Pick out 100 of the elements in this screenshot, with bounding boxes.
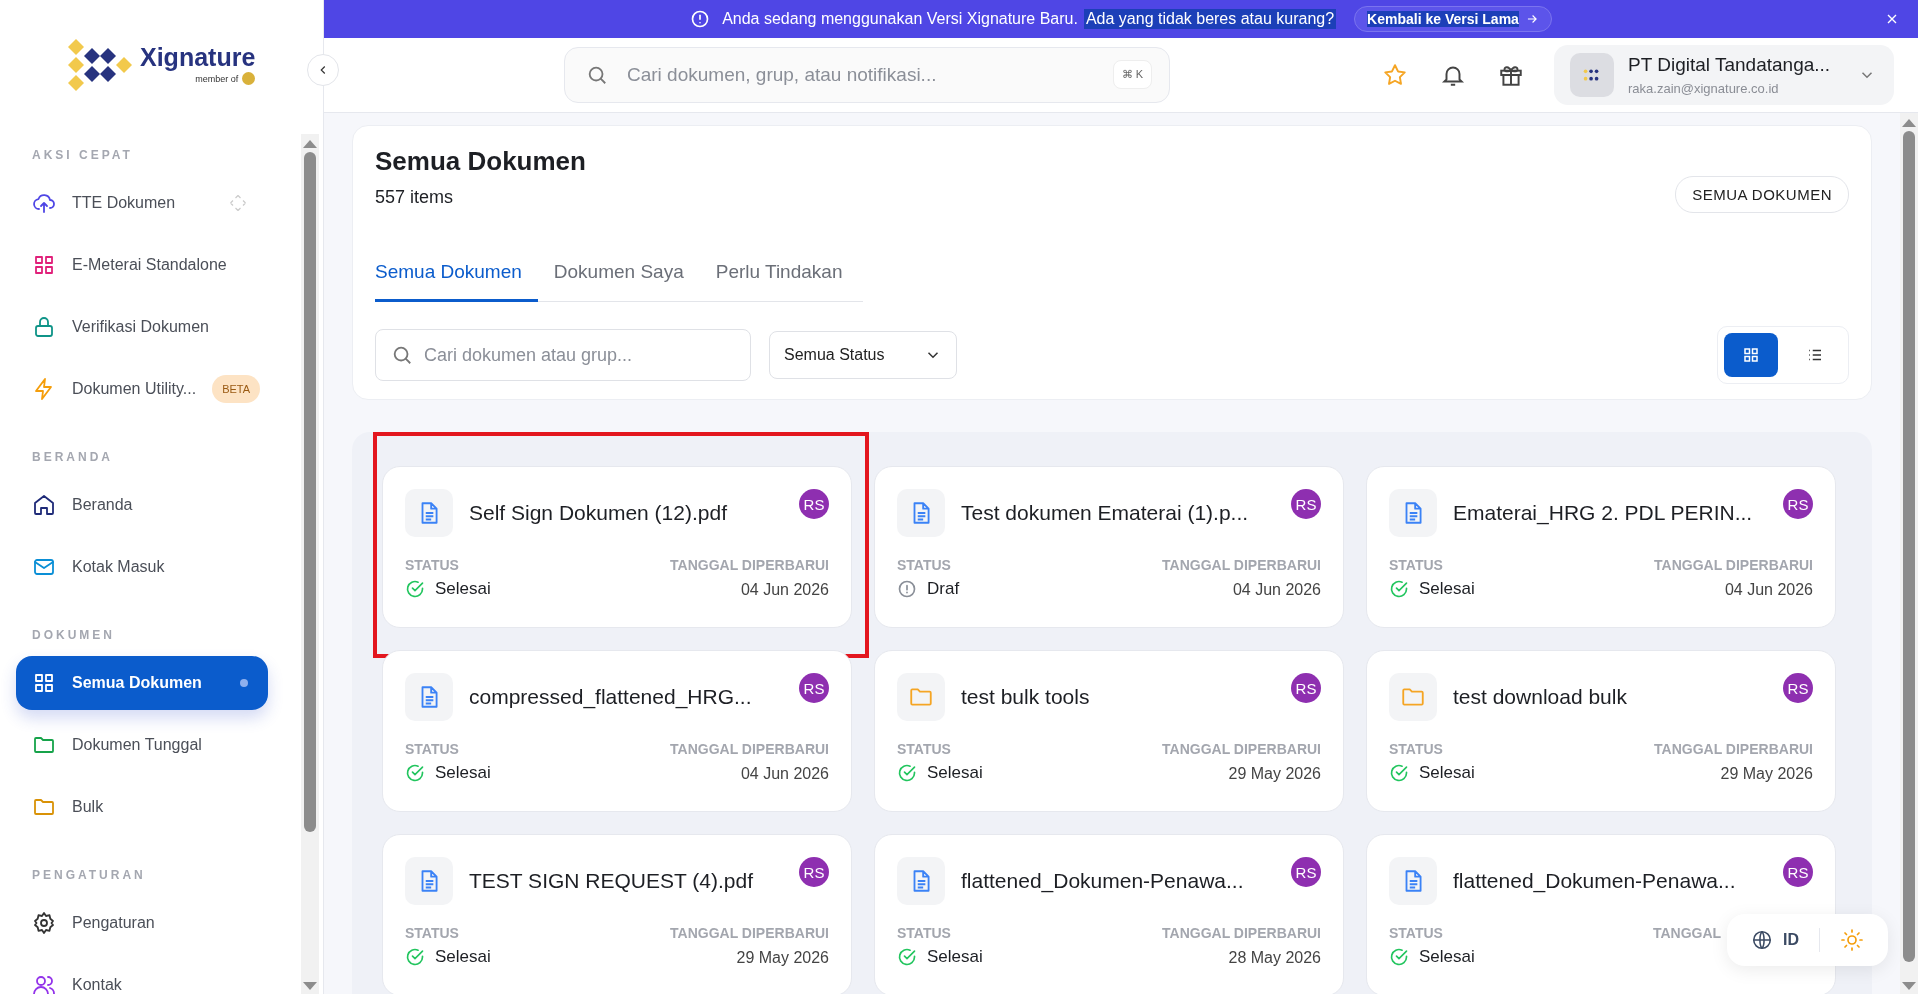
document-name: test download bulk [1453, 685, 1628, 709]
tab[interactable]: Perlu Tindakan [699, 251, 859, 302]
document-card[interactable]: test bulk tools RS STATUS Selesai TANGGAL DIPERBARUI 29 May 2026 [874, 650, 1344, 812]
document-card[interactable]: TEST SIGN REQUEST (4).pdf RS STATUS Selesai TANGGAL DIPERBARUI 29 May 2026 [382, 834, 852, 994]
nav-item[interactable]: Verifikasi Dokumen [16, 300, 268, 354]
section-heading: PENGATURAN [31, 867, 147, 884]
status-label: STATUS [405, 925, 460, 941]
section-heading: AKSI CEPAT [31, 147, 134, 164]
nav-label: Beranda [72, 496, 134, 514]
date-label: TANGGAL DIPERBARUI [670, 741, 829, 757]
document-search-field[interactable]: Cari dokumen atau grup... [375, 329, 751, 381]
cloud-upload-icon [32, 191, 56, 215]
shortcut-hint: ⌘ K [1112, 60, 1152, 89]
status-text: Draf [927, 579, 960, 599]
updated-date: 04 Jun 2026 [1724, 581, 1813, 599]
nav-item[interactable]: E-Meterai Standalone [16, 238, 268, 292]
status-label: STATUS [405, 557, 460, 573]
document-name: TEST SIGN REQUEST (4).pdf [469, 869, 754, 893]
nav-label: Pengaturan [72, 914, 156, 932]
search-icon [586, 64, 608, 86]
document-card[interactable]: Test dokumen Ematerai (1).p... RS STATUS Draf TANGGAL DIPERBARUI 04 Jun 2026 [874, 466, 1344, 628]
grid-view-button[interactable] [1724, 333, 1778, 377]
search-icon [391, 344, 413, 366]
owner-avatar: RS [799, 673, 829, 703]
banner-message: Anda sedang menggunakan Versi Xignature Baru. [722, 10, 1078, 28]
nav-label: Dokumen Utility... [72, 380, 197, 398]
owner-avatar: RS [1783, 673, 1813, 703]
users-icon [32, 973, 56, 994]
status-text: Selesai [435, 763, 491, 783]
nav-label: Bulk [72, 798, 105, 816]
page-title: Semua Dokumen [375, 146, 586, 177]
status-text: Selesai [1419, 763, 1475, 783]
updated-date: 04 Jun 2026 [740, 765, 829, 783]
grid-icon [1742, 346, 1760, 364]
section-heading: BERANDA [31, 449, 114, 466]
status-label: STATUS [897, 741, 952, 757]
status-label: STATUS [1389, 741, 1444, 757]
owner-avatar: RS [1783, 857, 1813, 887]
scrollbar[interactable] [1900, 113, 1918, 994]
document-name: Ematerai_HRG 2. PDL PERIN... [1453, 501, 1754, 525]
star-icon[interactable] [1382, 62, 1408, 88]
updated-date: 29 May 2026 [1720, 765, 1813, 783]
status-label: STATUS [897, 925, 952, 941]
nav-item[interactable]: Bulk [16, 780, 268, 834]
document-card[interactable]: Self Sign Dokumen (12).pdf RS STATUS Selesai TANGGAL DIPERBARUI 04 Jun 2026 [382, 466, 852, 628]
nav-item[interactable]: Dokumen Utility... BETA [16, 362, 268, 416]
status-text: Selesai [927, 763, 983, 783]
nav-item[interactable]: Kontak [16, 958, 268, 994]
status-text: Selesai [1419, 947, 1475, 967]
tab[interactable]: Semua Dokumen [375, 251, 538, 302]
owner-avatar: RS [1291, 489, 1321, 519]
document-card[interactable]: test download bulk RS STATUS Selesai TANGGAL DIPERBARUI 29 May 2026 [1366, 650, 1836, 812]
status-text: Selesai [435, 579, 491, 599]
updated-date: 28 May 2026 [1228, 949, 1321, 967]
nav-item[interactable]: TTE Dokumen [16, 176, 268, 230]
logo-mark-icon [68, 39, 132, 91]
sun-icon[interactable] [1840, 928, 1864, 952]
document-card[interactable]: compressed_flattened_HRG... RS STATUS Selesai TANGGAL DIPERBARUI 04 Jun 2026 [382, 650, 852, 812]
nav-label: Dokumen Tunggal [72, 736, 203, 754]
nav-item[interactable]: Beranda [16, 478, 268, 532]
partner-logo-icon [242, 72, 256, 85]
owner-avatar: RS [799, 489, 829, 519]
document-card[interactable]: flattened_Dokumen-Penawa... RS STATUS Selesai TANGGAL DIPERBARUI 28 May 2026 [874, 834, 1344, 994]
settings-icon [32, 911, 56, 935]
info-icon [690, 9, 711, 29]
old-version-button[interactable]: Kembali ke Versi Lama [1354, 6, 1552, 32]
scrollbar[interactable] [301, 134, 319, 994]
nav-label: Semua Dokumen [72, 674, 203, 692]
nav-item[interactable]: Semua Dokumen [16, 656, 268, 710]
brand-name: Xignature [140, 45, 256, 70]
document-name: compressed_flattened_HRG... [469, 685, 753, 709]
company-logo-icon [1570, 53, 1614, 97]
owner-avatar: RS [1291, 673, 1321, 703]
nav-item[interactable]: Dokumen Tunggal [16, 718, 268, 772]
status-text: Selesai [927, 947, 983, 967]
account-email: raka.zain@xignature.co.id [1628, 81, 1780, 96]
expand-icon[interactable] [228, 193, 248, 213]
updated-date: 04 Jun 2026 [1232, 581, 1321, 599]
nav-item[interactable]: Kotak Masuk [16, 540, 268, 594]
date-label: TANGGAL DIPERBARUI [670, 925, 829, 941]
nav-label: TTE Dokumen [72, 194, 177, 212]
updated-date: 04 Jun 2026 [740, 581, 829, 599]
document-name: flattened_Dokumen-Penawa... [961, 869, 1245, 893]
owner-avatar: RS [799, 857, 829, 887]
scope-button[interactable]: SEMUA DOKUMEN [1675, 176, 1849, 213]
status-label: STATUS [1389, 557, 1444, 573]
nav-label: E-Meterai Standalone [72, 256, 228, 274]
account-menu[interactable]: PT Digital Tandatanga... raka.zain@xignature.co.id [1554, 45, 1894, 105]
tab[interactable]: Dokumen Saya [537, 251, 700, 302]
grid-icon [32, 671, 56, 695]
item-count: 557 items [375, 187, 455, 208]
date-label: TANGGAL [1653, 925, 1722, 941]
document-card[interactable]: Ematerai_HRG 2. PDL PERIN... RS STATUS Selesai TANGGAL DIPERBARUI 04 Jun 2026 [1366, 466, 1836, 628]
document-name: flattened_Dokumen-Penawa... [1453, 869, 1737, 893]
document-name: Test dokumen Ematerai (1).p... [961, 501, 1250, 525]
nav-item[interactable]: Pengaturan [16, 896, 268, 950]
account-name: PT Digital Tandatanga... [1628, 54, 1832, 76]
language-button[interactable]: ID [1751, 929, 1799, 951]
status-dropdown[interactable]: Semua Status [769, 331, 957, 379]
updated-date: 29 May 2026 [1228, 765, 1321, 783]
